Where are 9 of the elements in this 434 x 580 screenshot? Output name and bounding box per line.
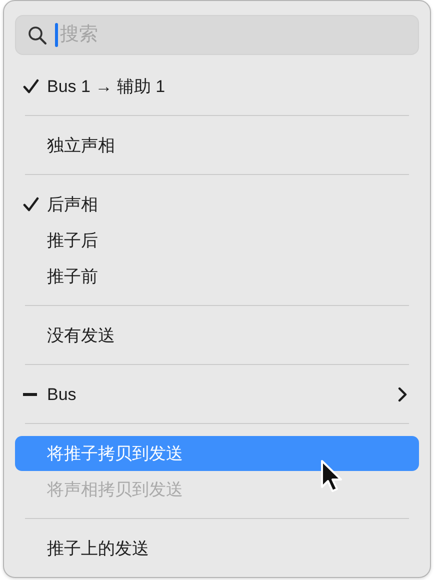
menu-item[interactable]: 推子后 [15,223,419,258]
menu-item[interactable]: Bus [15,377,419,412]
menu-item[interactable]: 推子上的发送 [15,531,419,566]
search-icon [28,26,47,44]
menu-item[interactable]: Bus 1 → 辅助 1 [15,69,419,104]
menu-item[interactable]: 独立声相 [15,128,419,163]
menu-item[interactable]: 推子前 [15,259,419,294]
menu-item[interactable]: 后声相 [15,187,419,222]
menu-item[interactable]: 没有发送 [15,318,419,353]
